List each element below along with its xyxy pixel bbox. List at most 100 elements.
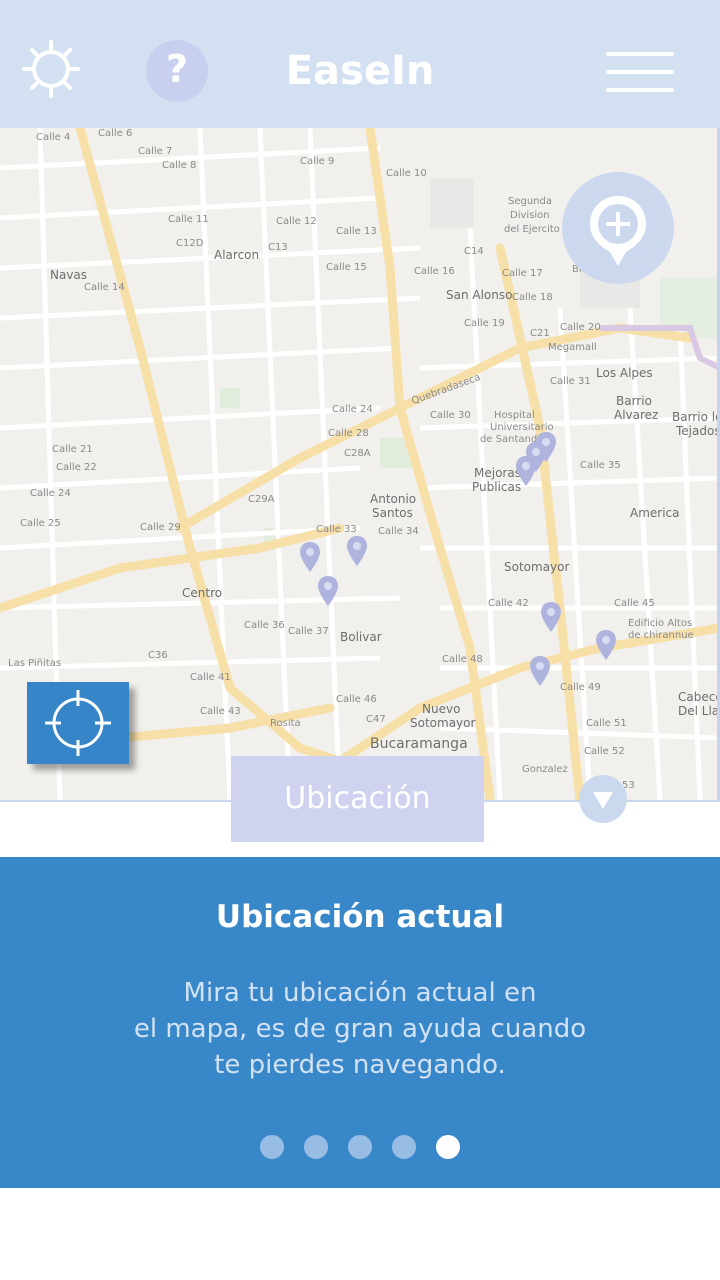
map-label: Calle 18: [512, 292, 553, 303]
location-pin-icon[interactable]: [596, 630, 616, 660]
chevron-down-icon: [593, 792, 613, 809]
map-label: Calle 19: [464, 318, 505, 329]
map-place-label: Tejados: [676, 424, 720, 438]
collapse-button[interactable]: [579, 775, 627, 823]
map-label: Calle 36: [244, 620, 285, 631]
help-button[interactable]: ?: [146, 40, 208, 102]
map-place-label: Las Piñitas: [8, 658, 62, 669]
settings-button[interactable]: [22, 40, 80, 98]
map-label: Calle 6: [98, 128, 133, 139]
map-label: Calle 13: [336, 226, 377, 237]
map-place-label: Nuevo: [422, 702, 461, 716]
map-label: Calle 35: [580, 460, 621, 471]
location-pin-icon[interactable]: [516, 456, 536, 486]
map-place-label: Antonio: [370, 492, 417, 506]
map-place-label: Barrio: [616, 394, 652, 408]
map-label: Calle 4: [36, 132, 71, 143]
location-pin-icon[interactable]: [318, 576, 338, 606]
map-label: C36: [148, 650, 168, 661]
pagination-dots: [0, 1135, 720, 1159]
page-dot-2[interactable]: [304, 1135, 328, 1159]
location-pin-icon[interactable]: [530, 656, 550, 686]
map-label: Calle 9: [300, 156, 335, 167]
map-place-label: Rosita: [270, 718, 301, 729]
map-label: Calle 11: [168, 214, 209, 225]
map-label: Calle 15: [326, 262, 367, 273]
map-place-label: Segunda: [508, 196, 552, 207]
location-tab-label: Ubicación: [284, 781, 431, 816]
map-label: Calle 22: [56, 462, 97, 473]
map-label: C21: [530, 328, 550, 339]
map-place-label: San Alonso: [446, 288, 513, 302]
map-label: C12D: [176, 238, 204, 249]
map-label: Calle 37: [288, 626, 329, 637]
map-place-label: Los Alpes: [596, 366, 653, 380]
map-place-label: Navas: [50, 268, 88, 282]
map-label: Calle 52: [584, 746, 625, 757]
map-place-label: Barrio los: [672, 410, 720, 424]
map-label: Calle 10: [386, 168, 427, 179]
add-location-button[interactable]: [562, 172, 674, 284]
page-dot-4[interactable]: [392, 1135, 416, 1159]
location-pin-icon[interactable]: [347, 536, 367, 566]
top-app-bar: ? EaseIn: [0, 0, 720, 128]
page-dot-3[interactable]: [348, 1135, 372, 1159]
map-place-label: Del Llan: [678, 704, 720, 718]
map-label: Calle 31: [550, 376, 591, 387]
map-place-label: Alvarez: [614, 408, 659, 422]
page-dot-1[interactable]: [260, 1135, 284, 1159]
map-label: Calle 29: [140, 522, 181, 533]
map-label: Calle 42: [488, 598, 529, 609]
map-label: Calle 49: [560, 682, 601, 693]
description-line: Mira tu ubicación actual en: [183, 978, 537, 1008]
location-tab[interactable]: Ubicación: [231, 756, 484, 842]
map-label: Calle 16: [414, 266, 455, 277]
map-label: Calle 8: [162, 160, 197, 171]
map-label: Calle 12: [276, 216, 317, 227]
map-label: Calle 24: [30, 488, 71, 499]
map-label: C29A: [248, 494, 275, 505]
map-place-label: America: [630, 506, 680, 520]
location-pin-icon[interactable]: [541, 602, 561, 632]
map-label: Calle 45: [614, 598, 655, 609]
map-label: Calle 24: [332, 404, 373, 415]
map-place-label: Bolivar: [340, 630, 382, 644]
map-place-label: del Ejercito: [504, 224, 560, 235]
menu-line: [606, 88, 674, 92]
my-location-button[interactable]: [27, 682, 129, 764]
map-label: Calle 43: [200, 706, 241, 717]
map-place-label: Division: [510, 210, 550, 221]
map-label: Calle 14: [84, 282, 125, 293]
map-place-label: Gonzalez: [522, 764, 568, 775]
map-place-label: de chirannue: [628, 630, 694, 641]
map-place-label: Hospital: [494, 410, 535, 421]
map-place-label: Edificio Altos: [628, 618, 693, 629]
map-label: Calle 21: [52, 444, 93, 455]
menu-button[interactable]: [606, 50, 674, 94]
map-label: Calle 30: [430, 410, 471, 421]
map-label: Calle 7: [138, 146, 173, 157]
page-dot-5-active[interactable]: [436, 1135, 460, 1159]
onboarding-description: Mira tu ubicación actual en el mapa, es …: [110, 975, 610, 1083]
question-icon: ?: [165, 47, 189, 91]
map-place-label: Santos: [372, 506, 413, 520]
map-label: Calle 41: [190, 672, 231, 683]
map-place-label: Centro: [182, 586, 223, 600]
map-label: Calle 28: [328, 428, 369, 439]
map-place-label: Cabecer: [678, 690, 720, 704]
location-pin-icon[interactable]: [300, 542, 320, 572]
crosshair-icon: [45, 690, 111, 756]
add-location-pin-icon: [590, 196, 646, 266]
map-place-label: Bucaramanga: [370, 736, 468, 752]
map-place-label: Alarcon: [214, 248, 260, 262]
map-label: Calle 48: [442, 654, 483, 665]
gear-icon: [22, 40, 80, 98]
map-label: Calle 20: [560, 322, 601, 333]
map-place-label: Sotomayor: [504, 560, 570, 574]
map-label: Calle 33: [316, 524, 357, 535]
map-label: C47: [366, 714, 386, 725]
description-line: el mapa, es de gran ayuda cuando: [133, 1014, 587, 1044]
onboarding-panel: Ubicación actual Mira tu ubicación actua…: [0, 857, 720, 1188]
map-label: Calle 34: [378, 526, 419, 537]
map-label: C28A: [344, 448, 371, 459]
